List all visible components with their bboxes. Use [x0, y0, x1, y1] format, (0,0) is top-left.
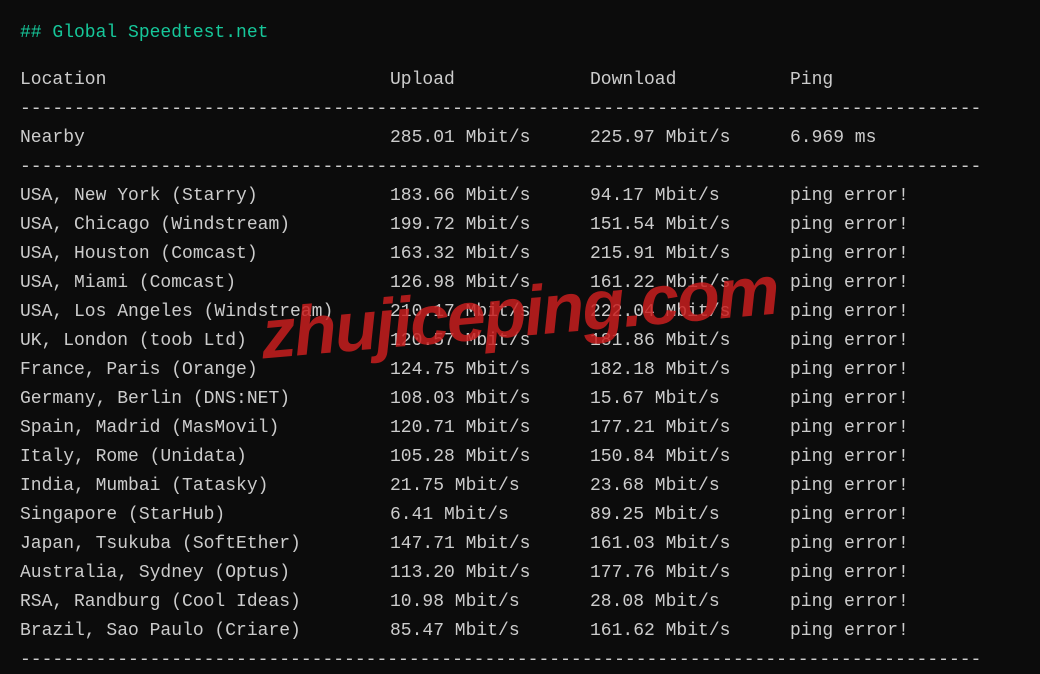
cell-location: India, Mumbai (Tatasky)	[20, 473, 390, 500]
table-row: Spain, Madrid (MasMovil)120.71 Mbit/s177…	[20, 415, 1020, 442]
cell-ping: ping error!	[790, 502, 1020, 529]
section-title: ## Global Speedtest.net	[20, 20, 1020, 47]
cell-download: 161.03 Mbit/s	[590, 531, 790, 558]
cell-ping: ping error!	[790, 183, 1020, 210]
cell-upload: 210.17 Mbit/s	[390, 299, 590, 326]
cell-location: UK, London (toob Ltd)	[20, 328, 390, 355]
cell-upload: 6.41 Mbit/s	[390, 502, 590, 529]
cell-upload: 21.75 Mbit/s	[390, 473, 590, 500]
cell-location: Brazil, Sao Paulo (Criare)	[20, 618, 390, 645]
cell-download: 151.54 Mbit/s	[590, 212, 790, 239]
cell-upload: 105.28 Mbit/s	[390, 444, 590, 471]
cell-ping: ping error!	[790, 618, 1020, 645]
header-ping: Ping	[790, 67, 1020, 94]
cell-upload: 85.47 Mbit/s	[390, 618, 590, 645]
cell-location: USA, Los Angeles (Windstream)	[20, 299, 390, 326]
cell-download: 177.76 Mbit/s	[590, 560, 790, 587]
cell-ping: ping error!	[790, 328, 1020, 355]
table-row: France, Paris (Orange)124.75 Mbit/s182.1…	[20, 357, 1020, 384]
cell-download: 181.86 Mbit/s	[590, 328, 790, 355]
cell-upload: 126.98 Mbit/s	[390, 270, 590, 297]
table-row: USA, Houston (Comcast)163.32 Mbit/s215.9…	[20, 241, 1020, 268]
cell-ping: ping error!	[790, 299, 1020, 326]
header-download: Download	[590, 67, 790, 94]
cell-upload: 147.71 Mbit/s	[390, 531, 590, 558]
cell-location: USA, Houston (Comcast)	[20, 241, 390, 268]
table-body: USA, New York (Starry)183.66 Mbit/s94.17…	[20, 183, 1020, 645]
cell-ping: ping error!	[790, 444, 1020, 471]
table-row: USA, Los Angeles (Windstream)210.17 Mbit…	[20, 299, 1020, 326]
cell-location: USA, Chicago (Windstream)	[20, 212, 390, 239]
cell-ping: ping error!	[790, 415, 1020, 442]
table-row: USA, Chicago (Windstream)199.72 Mbit/s15…	[20, 212, 1020, 239]
cell-location: Italy, Rome (Unidata)	[20, 444, 390, 471]
cell-download: 94.17 Mbit/s	[590, 183, 790, 210]
cell-download: 15.67 Mbit/s	[590, 386, 790, 413]
cell-upload: 163.32 Mbit/s	[390, 241, 590, 268]
cell-ping: ping error!	[790, 386, 1020, 413]
cell-upload: 199.72 Mbit/s	[390, 212, 590, 239]
nearby-download: 225.97 Mbit/s	[590, 125, 790, 152]
cell-ping: ping error!	[790, 589, 1020, 616]
nearby-upload: 285.01 Mbit/s	[390, 125, 590, 152]
table-row: UK, London (toob Ltd)120.57 Mbit/s181.86…	[20, 328, 1020, 355]
cell-location: USA, Miami (Comcast)	[20, 270, 390, 297]
table-row: Japan, Tsukuba (SoftEther)147.71 Mbit/s1…	[20, 531, 1020, 558]
cell-ping: ping error!	[790, 473, 1020, 500]
table-row: Germany, Berlin (DNS:NET)108.03 Mbit/s15…	[20, 386, 1020, 413]
header-upload: Upload	[390, 67, 590, 94]
nearby-ping: 6.969 ms	[790, 125, 1020, 152]
cell-download: 89.25 Mbit/s	[590, 502, 790, 529]
cell-ping: ping error!	[790, 531, 1020, 558]
cell-download: 150.84 Mbit/s	[590, 444, 790, 471]
table-header: Location Upload Download Ping	[20, 67, 1020, 94]
nearby-row: Nearby 285.01 Mbit/s 225.97 Mbit/s 6.969…	[20, 125, 1020, 152]
cell-location: Japan, Tsukuba (SoftEther)	[20, 531, 390, 558]
cell-ping: ping error!	[790, 270, 1020, 297]
cell-location: Germany, Berlin (DNS:NET)	[20, 386, 390, 413]
cell-location: USA, New York (Starry)	[20, 183, 390, 210]
table-row: USA, New York (Starry)183.66 Mbit/s94.17…	[20, 183, 1020, 210]
table-row: Australia, Sydney (Optus)113.20 Mbit/s17…	[20, 560, 1020, 587]
cell-ping: ping error!	[790, 212, 1020, 239]
cell-location: Singapore (StarHub)	[20, 502, 390, 529]
separator-line: ----------------------------------------…	[20, 96, 1020, 123]
cell-download: 215.91 Mbit/s	[590, 241, 790, 268]
cell-download: 161.22 Mbit/s	[590, 270, 790, 297]
cell-upload: 124.75 Mbit/s	[390, 357, 590, 384]
cell-download: 23.68 Mbit/s	[590, 473, 790, 500]
cell-ping: ping error!	[790, 357, 1020, 384]
cell-location: Australia, Sydney (Optus)	[20, 560, 390, 587]
cell-upload: 120.57 Mbit/s	[390, 328, 590, 355]
cell-upload: 113.20 Mbit/s	[390, 560, 590, 587]
cell-download: 177.21 Mbit/s	[590, 415, 790, 442]
table-row: India, Mumbai (Tatasky)21.75 Mbit/s23.68…	[20, 473, 1020, 500]
cell-download: 161.62 Mbit/s	[590, 618, 790, 645]
table-row: Italy, Rome (Unidata)105.28 Mbit/s150.84…	[20, 444, 1020, 471]
cell-location: Spain, Madrid (MasMovil)	[20, 415, 390, 442]
cell-download: 222.04 Mbit/s	[590, 299, 790, 326]
cell-upload: 10.98 Mbit/s	[390, 589, 590, 616]
table-row: Singapore (StarHub)6.41 Mbit/s89.25 Mbit…	[20, 502, 1020, 529]
cell-download: 182.18 Mbit/s	[590, 357, 790, 384]
table-row: USA, Miami (Comcast)126.98 Mbit/s161.22 …	[20, 270, 1020, 297]
table-row: Brazil, Sao Paulo (Criare)85.47 Mbit/s16…	[20, 618, 1020, 645]
cell-location: RSA, Randburg (Cool Ideas)	[20, 589, 390, 616]
header-location: Location	[20, 67, 390, 94]
table-row: RSA, Randburg (Cool Ideas)10.98 Mbit/s28…	[20, 589, 1020, 616]
cell-ping: ping error!	[790, 241, 1020, 268]
cell-upload: 183.66 Mbit/s	[390, 183, 590, 210]
cell-download: 28.08 Mbit/s	[590, 589, 790, 616]
cell-location: France, Paris (Orange)	[20, 357, 390, 384]
separator-line: ----------------------------------------…	[20, 154, 1020, 181]
cell-upload: 120.71 Mbit/s	[390, 415, 590, 442]
cell-ping: ping error!	[790, 560, 1020, 587]
nearby-location: Nearby	[20, 125, 390, 152]
cell-upload: 108.03 Mbit/s	[390, 386, 590, 413]
